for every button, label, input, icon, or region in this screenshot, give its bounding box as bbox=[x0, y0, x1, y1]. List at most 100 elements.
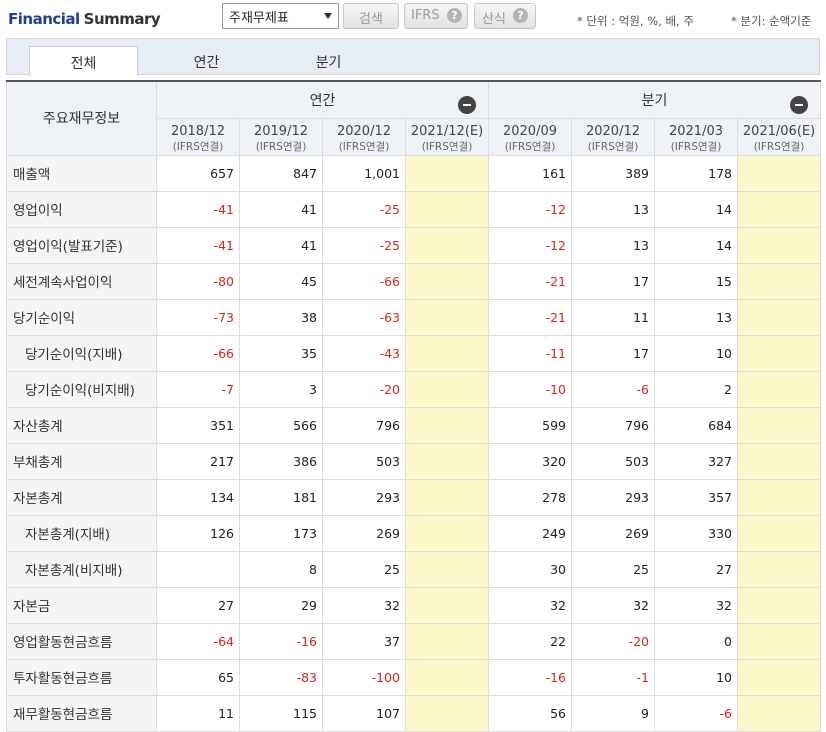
collapse-quarter-icon[interactable] bbox=[790, 96, 808, 114]
value-cell: -6 bbox=[571, 370, 655, 408]
value-cell: -11 bbox=[488, 334, 572, 372]
accounting-label: (IFRS연결) bbox=[255, 140, 307, 153]
value-cell bbox=[405, 370, 489, 408]
accounting-label: (IFRS연결) bbox=[421, 140, 473, 153]
value-cell bbox=[405, 586, 489, 624]
value-cell bbox=[737, 370, 821, 408]
value-cell: 796 bbox=[322, 406, 406, 444]
annual-group-header: 연간 bbox=[156, 80, 489, 119]
value-cell: -21 bbox=[488, 262, 572, 300]
value-cell: 37 bbox=[322, 622, 406, 660]
period-label: 2020/09 bbox=[502, 123, 557, 139]
row-label: 자본총계(비지배) bbox=[6, 550, 157, 588]
value-cell: 181 bbox=[239, 478, 323, 516]
value-cell: 35 bbox=[239, 334, 323, 372]
value-cell bbox=[405, 298, 489, 336]
value-cell: 27 bbox=[156, 586, 240, 624]
value-cell bbox=[737, 262, 821, 300]
value-cell: 45 bbox=[239, 262, 323, 300]
value-cell: 17 bbox=[571, 334, 655, 372]
corner-header: 주요재무정보 bbox=[6, 80, 157, 156]
table-row: 부채총계 217 386 503 320 503 327 bbox=[6, 442, 821, 480]
row-label: 재무활동현금흐름 bbox=[6, 694, 157, 732]
value-cell bbox=[405, 262, 489, 300]
formula-label: 산식 bbox=[482, 12, 506, 27]
value-cell bbox=[737, 154, 821, 192]
value-cell: 566 bbox=[239, 406, 323, 444]
period-label: 2021/03 bbox=[668, 123, 723, 139]
value-cell: -20 bbox=[322, 370, 406, 408]
value-cell: 330 bbox=[654, 514, 738, 552]
accounting-label: (IFRS연결) bbox=[504, 140, 556, 153]
value-cell: -12 bbox=[488, 226, 572, 264]
table-row: 자본총계(비지배) 8 25 30 25 27 bbox=[6, 550, 821, 588]
search-button[interactable]: 검색 bbox=[343, 3, 399, 29]
value-cell: 13 bbox=[654, 298, 738, 336]
value-cell: 11 bbox=[156, 694, 240, 732]
value-cell bbox=[405, 334, 489, 372]
annual-group-label: 연간 bbox=[309, 93, 336, 109]
value-cell: -64 bbox=[156, 622, 240, 660]
value-cell: -43 bbox=[322, 334, 406, 372]
collapse-annual-icon[interactable] bbox=[458, 96, 476, 114]
help-icon: ? bbox=[513, 8, 528, 23]
value-cell: -100 bbox=[322, 658, 406, 696]
value-cell bbox=[737, 586, 821, 624]
tab-all[interactable]: 전체 bbox=[29, 46, 138, 76]
value-cell bbox=[405, 154, 489, 192]
value-cell: 161 bbox=[488, 154, 572, 192]
value-cell: 327 bbox=[654, 442, 738, 480]
period-header: 2021/12(E) (IFRS연결) bbox=[405, 117, 489, 156]
value-cell: 115 bbox=[239, 694, 323, 732]
period-header: 2019/12 (IFRS연결) bbox=[239, 117, 323, 156]
title-summary: Summary bbox=[83, 10, 161, 28]
value-cell: 9 bbox=[571, 694, 655, 732]
value-cell: 11 bbox=[571, 298, 655, 336]
value-cell: -10 bbox=[488, 370, 572, 408]
value-cell: -16 bbox=[488, 658, 572, 696]
value-cell bbox=[405, 622, 489, 660]
value-cell: 25 bbox=[322, 550, 406, 588]
financial-summary-table: 주요재무정보 연간 분기 2018/12 (IFRS연결) 2019/12 (IFRS… bbox=[6, 80, 821, 732]
value-cell bbox=[156, 550, 240, 588]
accounting-label: (IFRS연결) bbox=[587, 140, 639, 153]
value-cell: 29 bbox=[239, 586, 323, 624]
value-cell: 38 bbox=[239, 298, 323, 336]
value-cell: 32 bbox=[488, 586, 572, 624]
value-cell: 599 bbox=[488, 406, 572, 444]
period-header: 2021/06(E) (IFRS연결) bbox=[737, 117, 821, 156]
value-cell bbox=[405, 658, 489, 696]
ifrs-button[interactable]: IFRS ? bbox=[404, 3, 468, 29]
value-cell bbox=[405, 190, 489, 228]
value-cell: 503 bbox=[322, 442, 406, 480]
row-label: 세전계속사업이익 bbox=[6, 262, 157, 300]
page-title: Financial Summary bbox=[8, 10, 161, 28]
value-cell bbox=[737, 334, 821, 372]
value-cell: -63 bbox=[322, 298, 406, 336]
formula-button[interactable]: 산식 ? bbox=[474, 3, 536, 29]
value-cell: 13 bbox=[571, 190, 655, 228]
value-cell: 3 bbox=[239, 370, 323, 408]
period-header: 2018/12 (IFRS연결) bbox=[156, 117, 240, 156]
value-cell: 32 bbox=[322, 586, 406, 624]
period-tabs: 전체 연간 분기 bbox=[6, 38, 820, 76]
period-header: 2020/09 (IFRS연결) bbox=[488, 117, 572, 156]
value-cell: 173 bbox=[239, 514, 323, 552]
value-cell: -16 bbox=[239, 622, 323, 660]
statement-select[interactable]: 주재무제표 bbox=[222, 3, 339, 29]
row-label: 당기순이익 bbox=[6, 298, 157, 336]
table-row: 재무활동현금흐름 11 115 107 56 9 -6 bbox=[6, 694, 821, 732]
value-cell bbox=[405, 442, 489, 480]
value-cell: 22 bbox=[488, 622, 572, 660]
value-cell: -25 bbox=[322, 226, 406, 264]
value-cell: 217 bbox=[156, 442, 240, 480]
tab-quarterly[interactable]: 분기 bbox=[274, 46, 383, 76]
period-label: 2018/12 bbox=[170, 123, 225, 139]
accounting-label: (IFRS연결) bbox=[753, 140, 805, 153]
tab-annual[interactable]: 연간 bbox=[152, 46, 261, 76]
table-row: 영업이익 -41 41 -25 -12 13 14 bbox=[6, 190, 821, 228]
row-label: 당기순이익(지배) bbox=[6, 334, 157, 372]
value-cell: 107 bbox=[322, 694, 406, 732]
row-label: 당기순이익(비지배) bbox=[6, 370, 157, 408]
table-row: 당기순이익(지배) -66 35 -43 -11 17 10 bbox=[6, 334, 821, 372]
